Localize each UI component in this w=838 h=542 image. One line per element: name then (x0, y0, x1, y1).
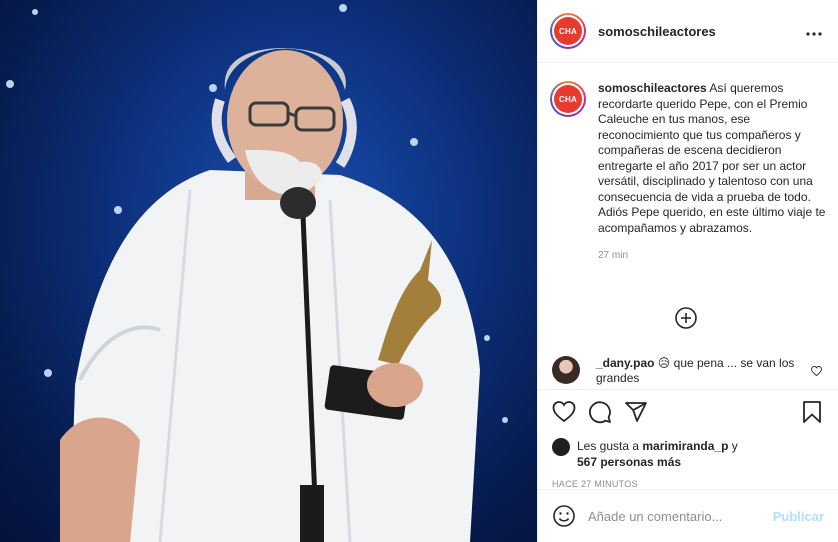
caption-avatar[interactable]: CHA (550, 81, 586, 117)
post-timestamp[interactable]: HACE 27 MINUTOS (552, 479, 824, 489)
post-photo[interactable] (0, 0, 537, 542)
avatar-inner: CHA (552, 83, 584, 115)
bookmark-icon[interactable] (800, 400, 824, 424)
post-header: CHA somoschileactores (538, 0, 838, 63)
likes-count-link[interactable]: 567 personas más (577, 455, 681, 469)
caption-body: somoschileactores Así queremos recordart… (598, 81, 826, 264)
comment-item: _dany.pao 😥 que pena ... se van los gran… (552, 356, 832, 386)
liker-username-link[interactable]: marimiranda_p (642, 439, 728, 453)
heart-icon[interactable] (552, 400, 576, 424)
comments-section[interactable]: CHA somoschileactores Así queremos recor… (538, 63, 838, 389)
comment-composer: Publicar (538, 489, 838, 542)
more-icon[interactable] (802, 19, 826, 43)
likes-summary: Les gusta a marimiranda_p y 567 personas… (552, 438, 824, 470)
account-name-link[interactable]: somoschileactores (598, 24, 802, 39)
likes-prefix: Les gusta a (577, 439, 643, 453)
caption-account-logo: CHA (554, 85, 582, 113)
photo-illustration (6, 4, 508, 542)
post-side-panel: CHA somoschileactores CHA somoschileacto… (537, 0, 838, 542)
caption-text: Así queremos recordarte querido Pepe, co… (598, 81, 826, 235)
comment-input[interactable] (588, 508, 765, 524)
publish-button[interactable]: Publicar (773, 509, 824, 524)
comment-icon[interactable] (588, 400, 612, 424)
caption-username-link[interactable]: somoschileactores (598, 81, 707, 95)
post-actions: Les gusta a marimiranda_p y 567 personas… (538, 389, 838, 489)
comment-heart-icon[interactable] (811, 365, 822, 379)
avatar-inner: CHA (552, 15, 584, 47)
plus-circle-icon[interactable] (674, 306, 698, 330)
post-caption: CHA somoschileactores Así queremos recor… (538, 63, 838, 264)
commenter-avatar[interactable] (552, 356, 580, 384)
account-avatar[interactable]: CHA (550, 13, 586, 49)
comment-body: _dany.pao 😥 que pena ... se van los gran… (596, 356, 796, 386)
liker-avatar[interactable] (552, 438, 570, 456)
comment-username-link[interactable]: _dany.pao (596, 356, 654, 370)
account-logo: CHA (554, 17, 582, 45)
smiley-icon[interactable] (552, 504, 576, 528)
action-icons (552, 400, 824, 424)
likes-middle: y (728, 439, 738, 453)
likes-text: Les gusta a marimiranda_p y 567 personas… (577, 438, 738, 470)
caption-time[interactable]: 27 min (598, 248, 826, 264)
share-icon[interactable] (624, 400, 648, 424)
